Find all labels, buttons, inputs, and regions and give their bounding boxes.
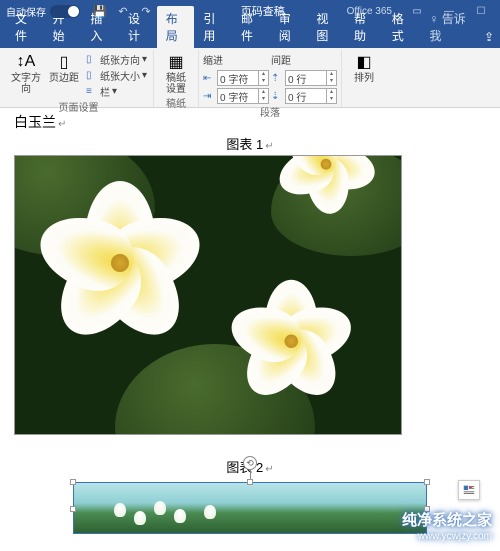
indent-right-input[interactable]: 0 字符▴▾ (217, 88, 269, 104)
size-button[interactable]: ▯纸张大小 ▾ (84, 68, 149, 83)
tab-references[interactable]: 引用 (194, 6, 232, 48)
document-canvas[interactable]: 白玉兰↵ 图表 1↵ 图表 2↵ (0, 108, 500, 538)
heading-text: 白玉兰↵ (14, 112, 486, 132)
margins-icon: ▯ (54, 52, 74, 72)
caption-1: 图表 1↵ (14, 134, 486, 153)
indent-left-icon: ⇤ (203, 73, 215, 84)
tab-view[interactable]: 视图 (307, 6, 345, 48)
watermark: 纯净系统之家 www.ycwjzy.com (402, 513, 492, 545)
resize-handle[interactable] (424, 479, 430, 485)
tab-file[interactable]: 文件 (6, 6, 44, 48)
tab-tellme[interactable]: ♀ 告诉我 (420, 6, 478, 48)
space-before-input[interactable]: 0 行▴▾ (285, 70, 337, 86)
arrange-button[interactable]: ◧ 排列 (346, 50, 382, 84)
indent-heading: 缩进 (203, 52, 269, 67)
inserted-image-1[interactable] (14, 155, 402, 435)
group-arrange: ◧ 排列 (342, 50, 386, 107)
space-after-icon: ⇣ (271, 91, 283, 102)
space-before-icon: ⇡ (271, 73, 283, 84)
spacing-heading: 间距 (271, 52, 337, 67)
text-direction-button[interactable]: ↕A 文字方向 (8, 50, 44, 95)
resize-handle[interactable] (247, 479, 253, 485)
share-icon[interactable]: ⇪ (478, 26, 500, 48)
group-page-setup: ↕A 文字方向 ▯ 页边距 ▯纸张方向 ▾ ▯纸张大小 ▾ ≡栏 ▾ 页面设置 (4, 50, 154, 107)
resize-handle[interactable] (70, 506, 76, 512)
space-after-input[interactable]: 0 行▴▾ (285, 88, 337, 104)
tab-design[interactable]: 设计 (119, 6, 157, 48)
columns-button[interactable]: ≡栏 ▾ (84, 84, 149, 99)
tab-layout[interactable]: 布局 (157, 6, 195, 48)
layout-options-button[interactable] (458, 480, 480, 500)
margins-button[interactable]: ▯ 页边距 (46, 50, 82, 84)
tab-insert[interactable]: 插入 (81, 6, 119, 48)
size-icon: ▯ (86, 70, 98, 82)
tab-help[interactable]: 帮助 (345, 6, 383, 48)
group-paragraph: 缩进 ⇤ 0 字符▴▾ ⇥ 0 字符▴▾ 间距 ⇡ 0 行▴▾ ⇣ 0 行▴▾ … (199, 50, 342, 107)
ribbon: ↕A 文字方向 ▯ 页边距 ▯纸张方向 ▾ ▯纸张大小 ▾ ≡栏 ▾ 页面设置 … (0, 48, 500, 108)
tab-review[interactable]: 审阅 (270, 6, 308, 48)
inserted-image-2[interactable] (73, 482, 427, 534)
orientation-icon: ▯ (86, 54, 98, 66)
manuscript-icon: ▦ (166, 52, 186, 72)
tab-mailings[interactable]: 邮件 (232, 6, 270, 48)
ribbon-tabs: 文件 开始 插入 设计 布局 引用 邮件 审阅 视图 帮助 格式 ♀ 告诉我 ⇪ (0, 22, 500, 48)
columns-icon: ≡ (86, 86, 98, 98)
resize-handle[interactable] (70, 479, 76, 485)
manuscript-button[interactable]: ▦ 稿纸 设置 (158, 50, 194, 95)
text-direction-icon: ↕A (16, 52, 36, 72)
group-manuscript: ▦ 稿纸 设置 稿纸 (154, 50, 199, 107)
arrange-icon: ◧ (354, 52, 374, 72)
autosave-toggle[interactable] (50, 5, 80, 18)
orientation-button[interactable]: ▯纸张方向 ▾ (84, 52, 149, 67)
indent-right-icon: ⇥ (203, 91, 215, 102)
indent-left-input[interactable]: 0 字符▴▾ (217, 70, 269, 86)
rotate-handle[interactable]: ⟲ (243, 456, 257, 470)
tab-format[interactable]: 格式 (383, 6, 421, 48)
